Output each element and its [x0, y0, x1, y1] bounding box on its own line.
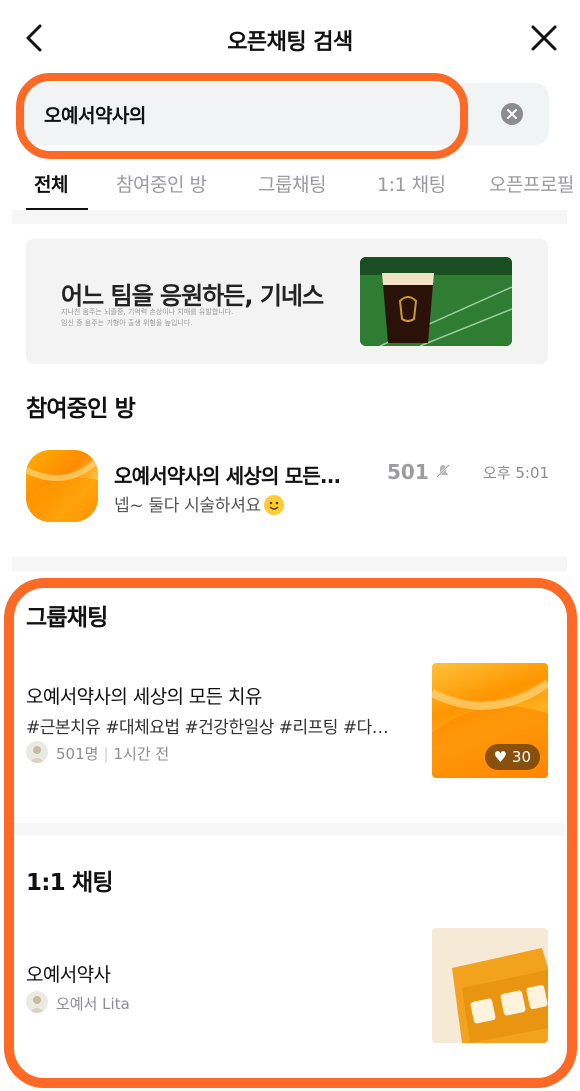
search-highlight-annotation [16, 73, 468, 159]
filter-tabs: 전체 참여중인 방 그룹채팅 1:1 채팅 오픈프로필 [0, 164, 580, 214]
ad-image [360, 257, 512, 346]
room-avatar-image [26, 457, 98, 522]
room-last-message: 넵~ 둘다 시술하셔요 [114, 491, 284, 516]
close-button[interactable] [526, 20, 562, 56]
ad-banner[interactable]: 어느 팀을 응원하든, 기네스 지나친 음주는 뇌졸중, 기억력 손상이나 치매… [26, 239, 548, 364]
ad-fine-print: 지나친 음주는 뇌졸중, 기억력 손상이나 치매를 유발합니다. 임신 중 음주… [61, 307, 233, 329]
room-avatar[interactable] [26, 450, 98, 522]
tab-group-chat[interactable]: 그룹채팅 [258, 170, 326, 197]
room-time: 오후 5:01 [483, 464, 550, 482]
beer-glass-image [360, 257, 512, 346]
top-bar: 오픈채팅 검색 [0, 0, 580, 78]
clear-search-button[interactable] [501, 103, 523, 125]
room-last-message-text: 넵~ 둘다 시술하셔요 [114, 496, 261, 516]
tab-joined[interactable]: 참여중인 방 [116, 170, 207, 197]
page-title: 오픈채팅 검색 [227, 30, 353, 55]
ad-fine-print-line: 임신 중 음주는 기형아 출생 위험을 높입니다. [61, 319, 193, 327]
close-icon [531, 25, 557, 51]
mute-bell-icon [436, 464, 450, 478]
divider [12, 557, 567, 571]
room-member-count: 501 [387, 460, 429, 484]
room-title[interactable]: 오예서약사의 세상의 모든... [114, 460, 341, 489]
ad-headline: 어느 팀을 응원하든, 기네스 [61, 282, 324, 310]
joined-section-title: 참여중인 방 [26, 396, 136, 422]
tab-one-on-one[interactable]: 1:1 채팅 [377, 170, 446, 197]
tab-all[interactable]: 전체 [34, 170, 68, 197]
divider [12, 210, 567, 224]
smile-emoji-icon [263, 495, 284, 515]
tab-open-profile[interactable]: 오픈프로필 [489, 170, 574, 197]
ad-fine-print-line: 지나친 음주는 뇌졸중, 기억력 손상이나 치매를 유발합니다. [61, 308, 234, 316]
results-highlight-annotation [4, 578, 577, 1088]
clear-circle-icon [507, 109, 517, 119]
